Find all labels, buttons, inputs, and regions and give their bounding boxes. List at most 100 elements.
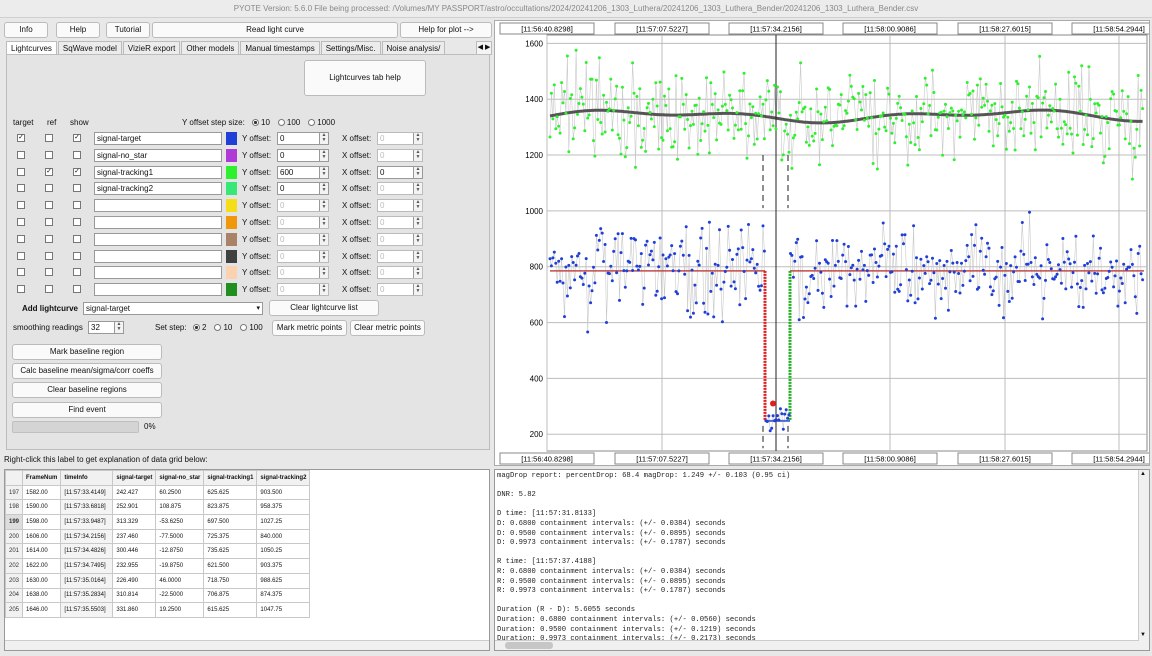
color-swatch[interactable] — [226, 216, 237, 229]
tab-2[interactable]: VizieR export — [122, 41, 181, 55]
x-offset-input[interactable]: 0 ▲ ▼ — [377, 283, 423, 297]
curve-name-field[interactable] — [94, 266, 222, 280]
table-row[interactable]: 204 1638.00 [11:57:35.2834] 310.814 -22.5000… — [5, 587, 311, 604]
table-cell[interactable]: -22.5000 — [155, 587, 205, 604]
spinner-icon[interactable]: ▲ ▼ — [319, 284, 328, 296]
tab-4[interactable]: Manual timestamps — [240, 41, 320, 55]
spinner-icon[interactable]: ▲ ▼ — [319, 200, 328, 212]
table-cell[interactable]: [11:57:35.5503] — [60, 602, 114, 618]
table-cell[interactable]: 300.446 — [112, 543, 157, 560]
mark-metric-points-button[interactable]: Mark metric points — [272, 320, 347, 336]
table-cell[interactable]: 201 — [5, 543, 24, 560]
table-cell[interactable]: 199 — [5, 514, 24, 530]
table-cell[interactable]: 204 — [5, 587, 24, 604]
table-cell[interactable]: 840.000 — [256, 528, 311, 545]
color-swatch[interactable] — [226, 148, 237, 162]
table-cell[interactable]: [11:57:33.9487] — [60, 514, 114, 530]
radio-2[interactable]: 2 — [193, 323, 206, 332]
y-offset-input[interactable]: 0 ▲ ▼ — [277, 232, 329, 246]
table-cell[interactable]: 988.625 — [256, 572, 311, 589]
table-cell[interactable]: 823.875 — [203, 499, 258, 516]
y-offset-input[interactable]: 0 ▲ ▼ — [277, 266, 329, 280]
curve-name-field[interactable] — [94, 283, 222, 297]
grid-header[interactable]: FrameNum — [22, 470, 62, 486]
tab-6[interactable]: Noise analysis/ — [381, 41, 446, 55]
grid-header[interactable]: signal-target — [112, 470, 157, 486]
spinner-icon[interactable]: ▲ ▼ — [319, 217, 328, 228]
lightcurves-tab-help-button[interactable]: Lightcurves tab help — [304, 60, 426, 96]
target-checkbox[interactable] — [17, 285, 25, 294]
table-cell[interactable]: 1614.00 — [22, 543, 62, 560]
grid-header[interactable]: timeInfo — [60, 470, 114, 486]
x-offset-input[interactable]: 0 ▲ ▼ — [377, 266, 423, 280]
table-cell[interactable]: 697.500 — [203, 514, 258, 530]
show-checkbox[interactable] — [73, 268, 81, 277]
target-checkbox[interactable] — [17, 251, 25, 260]
radio-10[interactable]: 10 — [214, 323, 232, 332]
table-cell[interactable]: 625.625 — [203, 484, 258, 501]
table-cell[interactable]: [11:57:34.2156] — [60, 528, 114, 545]
data-grid-label[interactable]: Right-click this label to get explanatio… — [4, 455, 208, 464]
find-event-button[interactable]: Find event — [12, 402, 162, 418]
mark-baseline-region-button[interactable]: Mark baseline region — [12, 344, 162, 360]
table-cell[interactable]: 108.875 — [155, 499, 205, 516]
target-checkbox[interactable] — [17, 167, 25, 176]
tutorial-button[interactable]: Tutorial — [106, 22, 150, 38]
target-checkbox[interactable] — [17, 218, 25, 226]
curve-name-field[interactable]: signal-tracking1 — [94, 165, 222, 179]
spinner-icon[interactable]: ▲ ▼ — [413, 284, 422, 296]
table-cell[interactable]: 706.875 — [203, 587, 258, 604]
spinner-icon[interactable]: ▲ ▼ — [413, 267, 422, 279]
spinner-icon[interactable]: ▲ ▼ — [413, 183, 422, 195]
table-row[interactable]: 205 1646.00 [11:57:35.5503] 331.860 19.2500 6… — [5, 602, 311, 618]
spinner-icon[interactable]: ▲ ▼ — [319, 149, 328, 161]
table-cell[interactable]: 725.375 — [203, 528, 258, 545]
table-cell[interactable]: 202 — [5, 558, 24, 574]
ref-checkbox[interactable] — [45, 251, 53, 260]
y-offset-input[interactable]: 0 ▲ ▼ — [277, 199, 329, 213]
table-cell[interactable]: 1622.00 — [22, 558, 62, 574]
ref-checkbox[interactable] — [45, 150, 53, 159]
y-offset-input[interactable]: 0 ▲ ▼ — [277, 249, 329, 263]
plot-canvas[interactable]: 200 400 600 800 1000 1200 1400 1600 [11:56:40.82… — [495, 21, 1152, 465]
color-swatch[interactable] — [226, 132, 237, 145]
ref-checkbox[interactable]: ✓ — [45, 167, 53, 176]
clear-metric-points-button[interactable]: Clear metric points — [350, 320, 425, 336]
table-cell[interactable]: 60.2500 — [155, 484, 205, 501]
table-cell[interactable]: 313.329 — [112, 514, 157, 530]
table-cell[interactable]: 331.860 — [112, 602, 157, 618]
table-row[interactable]: 203 1630.00 [11:57:35.0164] 226.490 46.0000 7… — [5, 572, 311, 589]
spinner-icon[interactable]: ▲ ▼ — [413, 149, 422, 161]
table-cell[interactable]: [11:57:35.0164] — [60, 572, 114, 589]
color-swatch[interactable] — [226, 199, 237, 213]
table-cell[interactable]: 903.500 — [256, 484, 311, 501]
ref-checkbox[interactable] — [45, 218, 53, 226]
clear-baseline-regions-button[interactable]: Clear baseline regions — [12, 382, 162, 398]
spinner-icon[interactable]: ▲ ▼ — [413, 166, 422, 178]
tab-3[interactable]: Other models — [181, 41, 240, 55]
show-checkbox[interactable] — [73, 184, 81, 193]
spinner-icon[interactable]: ▲ ▼ — [114, 322, 123, 333]
spinner-icon[interactable]: ▲ ▼ — [319, 183, 328, 195]
color-swatch[interactable] — [226, 266, 237, 280]
color-swatch[interactable] — [226, 283, 237, 297]
table-cell[interactable]: -12.8750 — [155, 543, 205, 560]
y-offset-input[interactable]: 0 ▲ ▼ — [277, 216, 329, 229]
show-checkbox[interactable]: ✓ — [73, 167, 81, 176]
report-vertical-scrollbar[interactable]: ▲ ▼ — [1138, 470, 1149, 650]
y-offset-input[interactable]: 0 ▲ ▼ — [277, 148, 329, 162]
table-row[interactable]: 199 1598.00 [11:57:33.9487] 313.329 -53.6250… — [5, 514, 311, 530]
table-cell[interactable]: 1590.00 — [22, 499, 62, 516]
table-cell[interactable]: 1646.00 — [22, 602, 62, 618]
target-checkbox[interactable] — [17, 150, 25, 159]
table-cell[interactable]: [11:57:34.4826] — [60, 543, 114, 560]
target-checkbox[interactable] — [17, 201, 25, 210]
add-lightcurve-select[interactable]: signal-target ▾ — [83, 302, 263, 315]
spinner-icon[interactable]: ▲ ▼ — [319, 166, 328, 178]
table-cell[interactable]: 232.955 — [112, 558, 157, 574]
y-offset-input[interactable]: 0 ▲ ▼ — [277, 182, 329, 196]
x-offset-input[interactable]: 0 ▲ ▼ — [377, 182, 423, 196]
curve-name-field[interactable] — [94, 249, 222, 263]
curve-name-field[interactable] — [94, 199, 222, 213]
color-swatch[interactable] — [226, 249, 237, 263]
